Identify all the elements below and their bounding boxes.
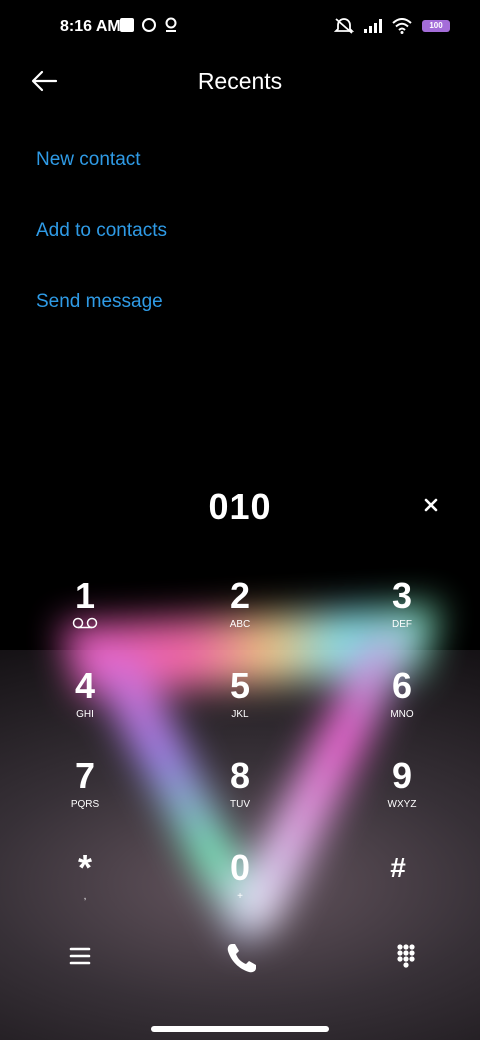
key-8[interactable]: 8 TUV xyxy=(180,756,300,836)
new-contact-link[interactable]: New contact xyxy=(36,149,141,171)
notification-square-icon xyxy=(120,18,134,32)
key-hash[interactable]: # xyxy=(338,848,458,928)
key-letters: ABC xyxy=(229,619,251,630)
key-digit: * xyxy=(77,847,92,888)
page-title: Recents xyxy=(197,68,283,94)
key-3[interactable]: 3 DEF xyxy=(342,576,462,656)
key-digit: 3 xyxy=(391,575,413,616)
status-bar: 8:16 AM 100 xyxy=(0,0,480,56)
dialed-number-display: 010 xyxy=(208,486,272,527)
status-icons-left xyxy=(120,17,178,33)
keypad-icon[interactable] xyxy=(384,934,428,978)
key-star[interactable]: * , xyxy=(25,848,145,928)
key-letters: TUV xyxy=(230,799,250,810)
key-letters: DEF xyxy=(392,619,412,630)
key-digit: # xyxy=(390,852,406,883)
notification-app-icon xyxy=(142,18,156,32)
key-0[interactable]: 0 + xyxy=(180,848,300,928)
key-digit: 6 xyxy=(391,665,413,706)
key-9[interactable]: 9 WXYZ xyxy=(342,756,462,836)
battery-icon: 100 xyxy=(422,20,450,32)
signal-icon xyxy=(364,19,382,33)
status-time: 8:16 AM xyxy=(60,18,121,35)
voicemail-icon xyxy=(72,617,98,629)
call-button[interactable] xyxy=(220,936,264,980)
key-digit: 7 xyxy=(74,755,96,796)
send-message-link[interactable]: Send message xyxy=(36,291,163,313)
key-letters: GHI xyxy=(76,709,94,720)
key-6[interactable]: 6 MNO xyxy=(342,666,462,746)
key-letters: + xyxy=(237,891,243,902)
key-letters: JKL xyxy=(231,709,249,720)
key-2[interactable]: 2 ABC xyxy=(180,576,300,656)
key-digit: 2 xyxy=(229,575,251,616)
menu-icon[interactable] xyxy=(58,934,102,978)
key-digit: 0 xyxy=(229,847,251,888)
mute-icon xyxy=(334,18,354,34)
add-to-contacts-link[interactable]: Add to contacts xyxy=(36,220,167,242)
key-digit: 5 xyxy=(229,665,251,706)
location-icon xyxy=(165,17,177,32)
key-1[interactable]: 1 xyxy=(25,576,145,656)
status-icons-right: 100 xyxy=(334,17,450,35)
key-digit: 4 xyxy=(74,665,96,706)
key-5[interactable]: 5 JKL xyxy=(180,666,300,746)
key-7[interactable]: 7 PQRS xyxy=(25,756,145,836)
clear-icon[interactable] xyxy=(420,494,442,516)
key-digit: 8 xyxy=(229,755,251,796)
key-letters: MNO xyxy=(390,709,414,720)
key-digit: 1 xyxy=(74,575,96,616)
key-letters: WXYZ xyxy=(387,799,417,810)
header: Recents xyxy=(0,60,480,104)
key-digit: 9 xyxy=(391,755,413,796)
key-letters: , xyxy=(83,891,87,902)
key-letters: PQRS xyxy=(70,799,100,810)
key-4[interactable]: 4 GHI xyxy=(25,666,145,746)
home-indicator[interactable] xyxy=(151,1026,329,1032)
wifi-icon xyxy=(392,18,412,34)
